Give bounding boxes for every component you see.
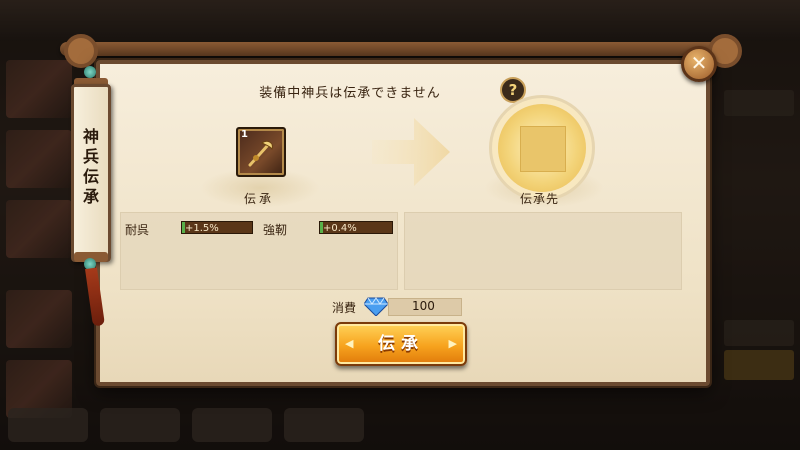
item-level-badge: 1 (241, 129, 248, 140)
target-stats-panel (404, 212, 682, 290)
diamond-gem-icon (364, 297, 388, 316)
inherit-button-label: 伝承 (378, 334, 424, 354)
stat-value: +1.5% (185, 223, 219, 234)
stat-value: +0.4% (323, 223, 357, 234)
target-placeholder (520, 126, 566, 172)
cost-value: 100 (412, 299, 435, 313)
close-button[interactable]: ✕ (681, 46, 717, 82)
source-item-slot[interactable]: 1 (236, 127, 286, 177)
side-tab-bead (84, 66, 96, 78)
side-tab-label: 神兵伝承 (74, 127, 108, 207)
target-label: 伝承先 (520, 192, 560, 206)
rod-end-ornament (64, 34, 98, 68)
side-tab: 神兵伝承 (71, 84, 111, 262)
stat-name: 耐呉 (125, 223, 150, 237)
arrow-right-icon (372, 118, 450, 186)
inherit-button[interactable]: ◀ 伝承 ▶ (335, 322, 467, 366)
cost-label: 消費 (332, 301, 357, 315)
source-label: 伝承 (244, 192, 275, 206)
help-icon[interactable]: ? (500, 77, 526, 103)
stat-name: 強靭 (263, 223, 288, 237)
side-tab-text: 神兵伝承 (82, 127, 99, 206)
weapon-icon (248, 140, 273, 167)
stat-value-bar: +1.5% (181, 221, 253, 234)
stat-value-bar: +0.4% (319, 221, 393, 234)
target-slot[interactable] (498, 104, 586, 192)
chevron-right-icon: ▶ (448, 337, 457, 350)
notice-text: 装備中神兵は伝承できません (259, 86, 441, 101)
panel-top-rod (60, 42, 730, 56)
source-stats-panel: 耐呉 +1.5% 強靭 +0.4% (120, 212, 398, 290)
